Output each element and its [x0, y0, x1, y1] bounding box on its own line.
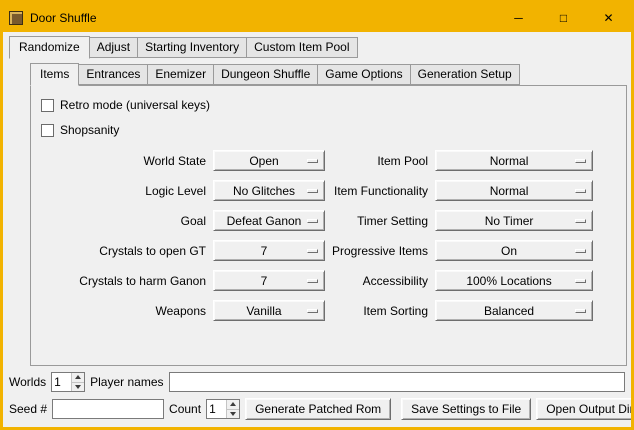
count-label: Count — [169, 402, 201, 416]
goal-dropdown[interactable]: Defeat Ganon — [213, 210, 325, 231]
worlds-spinbox[interactable] — [51, 372, 85, 392]
dropdown-value: Defeat Ganon — [227, 214, 312, 228]
tab-custom-item-pool[interactable]: Custom Item Pool — [246, 37, 357, 58]
accessibility-label: Accessibility — [332, 274, 428, 288]
seed-input[interactable] — [52, 399, 164, 419]
progressive-items-dropdown[interactable]: On — [435, 240, 593, 261]
weapons-label: Weapons — [38, 304, 206, 318]
crystals-harm-ganon-dropdown[interactable]: 7 — [213, 270, 325, 291]
world-state-label: World State — [38, 154, 206, 168]
maximize-button[interactable]: □ — [541, 3, 586, 32]
dropdown-indicator-icon — [307, 309, 318, 313]
spin-up-icon[interactable] — [227, 400, 239, 409]
items-settings-pane: Retro mode (universal keys) Shopsanity W… — [30, 85, 627, 366]
player-names-label: Player names — [90, 375, 163, 389]
client-area: Randomize Adjust Starting Inventory Cust… — [3, 32, 631, 427]
dropdown-value: No Timer — [485, 214, 544, 228]
tab-randomize[interactable]: Randomize — [9, 36, 90, 59]
logic-level-dropdown[interactable]: No Glitches — [213, 180, 325, 201]
outer-tab-bar: Randomize Adjust Starting Inventory Cust… — [9, 36, 627, 58]
crystals-harm-ganon-label: Crystals to harm Ganon — [38, 274, 206, 288]
dropdown-value: 7 — [261, 274, 278, 288]
window-title: Door Shuffle — [30, 11, 97, 25]
dropdown-value: Open — [249, 154, 288, 168]
bottom-row-1: Worlds Player names — [9, 372, 625, 392]
dropdown-indicator-icon — [307, 189, 318, 193]
dropdown-indicator-icon — [307, 279, 318, 283]
window-controls: ─ □ ✕ — [496, 3, 631, 32]
retro-mode-checkbox[interactable] — [41, 99, 54, 112]
app-icon[interactable] — [9, 11, 23, 25]
accessibility-dropdown[interactable]: 100% Locations — [435, 270, 593, 291]
timer-setting-label: Timer Setting — [332, 214, 428, 228]
crystals-open-gt-dropdown[interactable]: 7 — [213, 240, 325, 261]
tab-enemizer[interactable]: Enemizer — [147, 64, 214, 85]
dropdown-value: 7 — [261, 244, 278, 258]
count-spin-value[interactable] — [207, 400, 226, 418]
dropdown-value: No Glitches — [233, 184, 305, 198]
timer-setting-dropdown[interactable]: No Timer — [435, 210, 593, 231]
dropdown-value: Balanced — [484, 304, 544, 318]
worlds-label: Worlds — [9, 375, 46, 389]
open-output-directory-button[interactable]: Open Output Directory — [536, 398, 631, 420]
dropdown-indicator-icon — [575, 189, 586, 193]
tab-items[interactable]: Items — [30, 63, 79, 86]
dropdown-value: Normal — [490, 154, 539, 168]
dropdown-grid: World State Open Item Pool Normal Logic … — [38, 150, 626, 321]
dropdown-value: Normal — [490, 184, 539, 198]
save-settings-button[interactable]: Save Settings to File — [401, 398, 531, 420]
spin-arrows — [71, 373, 84, 391]
dropdown-indicator-icon — [575, 309, 586, 313]
item-pool-label: Item Pool — [332, 154, 428, 168]
progressive-items-label: Progressive Items — [332, 244, 428, 258]
spin-arrows — [226, 400, 239, 418]
item-pool-dropdown[interactable]: Normal — [435, 150, 593, 171]
retro-mode-row: Retro mode (universal keys) — [41, 98, 626, 112]
shopsanity-label: Shopsanity — [60, 123, 119, 137]
spin-down-icon[interactable] — [227, 409, 239, 419]
tab-adjust[interactable]: Adjust — [89, 37, 138, 58]
inner-tab-bar: Items Entrances Enemizer Dungeon Shuffle… — [30, 63, 627, 85]
shopsanity-row: Shopsanity — [41, 123, 626, 137]
item-functionality-label: Item Functionality — [332, 184, 428, 198]
worlds-spin-value[interactable] — [52, 373, 71, 391]
item-sorting-label: Item Sorting — [332, 304, 428, 318]
dropdown-indicator-icon — [307, 159, 318, 163]
tab-starting-inventory[interactable]: Starting Inventory — [137, 37, 247, 58]
retro-mode-label: Retro mode (universal keys) — [60, 98, 210, 112]
count-spinbox[interactable] — [206, 399, 240, 419]
spin-down-icon[interactable] — [72, 382, 84, 392]
seed-label: Seed # — [9, 402, 47, 416]
tab-entrances[interactable]: Entrances — [78, 64, 148, 85]
generate-patched-rom-button[interactable]: Generate Patched Rom — [245, 398, 391, 420]
spin-up-icon[interactable] — [72, 373, 84, 382]
dropdown-value: On — [501, 244, 527, 258]
dropdown-value: 100% Locations — [466, 274, 561, 288]
tab-dungeon-shuffle[interactable]: Dungeon Shuffle — [213, 64, 318, 85]
shopsanity-checkbox[interactable] — [41, 124, 54, 137]
dropdown-indicator-icon — [575, 249, 586, 253]
dropdown-value: Vanilla — [246, 304, 291, 318]
logic-level-label: Logic Level — [38, 184, 206, 198]
weapons-dropdown[interactable]: Vanilla — [213, 300, 325, 321]
minimize-button[interactable]: ─ — [496, 3, 541, 32]
door-shuffle-window: Door Shuffle ─ □ ✕ Randomize Adjust Star… — [0, 0, 634, 430]
titlebar: Door Shuffle ─ □ ✕ — [3, 3, 631, 32]
item-sorting-dropdown[interactable]: Balanced — [435, 300, 593, 321]
dropdown-indicator-icon — [575, 279, 586, 283]
goal-label: Goal — [38, 214, 206, 228]
dropdown-indicator-icon — [575, 159, 586, 163]
tab-game-options[interactable]: Game Options — [317, 64, 410, 85]
dropdown-indicator-icon — [307, 249, 318, 253]
dropdown-indicator-icon — [307, 219, 318, 223]
tab-generation-setup[interactable]: Generation Setup — [410, 64, 520, 85]
bottom-row-2: Seed # Count Generate Patched Rom Save S… — [9, 398, 625, 420]
crystals-open-gt-label: Crystals to open GT — [38, 244, 206, 258]
item-functionality-dropdown[interactable]: Normal — [435, 180, 593, 201]
player-names-input[interactable] — [169, 372, 626, 392]
dropdown-indicator-icon — [575, 219, 586, 223]
world-state-dropdown[interactable]: Open — [213, 150, 325, 171]
close-button[interactable]: ✕ — [586, 3, 631, 32]
